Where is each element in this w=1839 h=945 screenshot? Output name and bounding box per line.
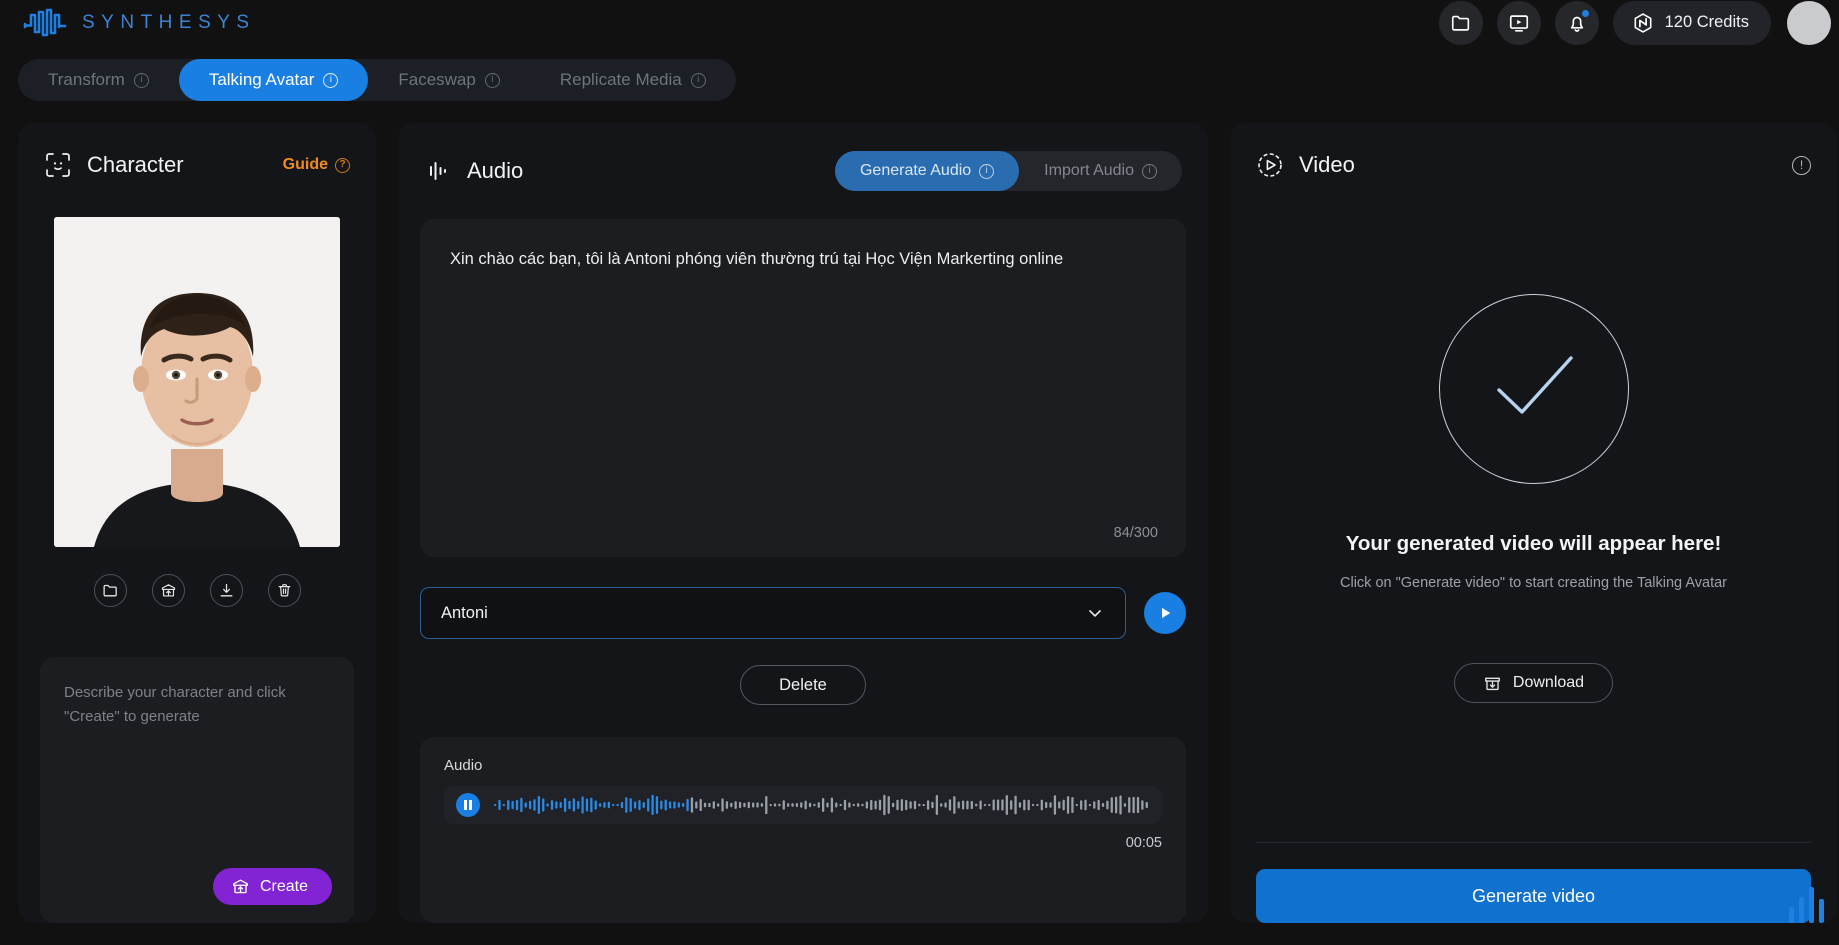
character-panel-header: Character Guide ? [18, 123, 376, 179]
create-character-button[interactable]: Create [212, 868, 332, 905]
character-download-button[interactable] [209, 574, 243, 607]
delete-row: Delete [398, 665, 1208, 705]
waveform-icon [23, 8, 67, 36]
face-scan-icon [46, 153, 70, 177]
mode-tabs: Transform i Talking Avatar i Faceswap i … [18, 59, 736, 101]
video-library-icon [1509, 14, 1528, 32]
credits-logo-icon [1634, 12, 1652, 33]
audio-panel-header: Audio Generate Audio i Import Audio i [398, 123, 1208, 191]
character-panel: Character Guide ? Describe your characte… [18, 123, 376, 923]
folder-icon-button[interactable] [1438, 0, 1483, 45]
script-textarea[interactable]: Xin chào các bạn, tôi là Antoni phóng vi… [420, 219, 1186, 557]
check-icon [1496, 356, 1573, 414]
pause-bar [469, 800, 472, 810]
character-description-box[interactable]: Describe your character and click "Creat… [40, 657, 354, 923]
download-icon [220, 583, 232, 597]
tab-faceswap[interactable]: Faceswap i [368, 59, 529, 101]
audio-panel: Audio Generate Audio i Import Audio i Xi… [398, 123, 1208, 923]
info-icon[interactable]: ? [335, 157, 350, 173]
tab-talking-avatar[interactable]: Talking Avatar i [178, 59, 369, 101]
video-placeholder: Your generated video will appear here! C… [1230, 179, 1837, 808]
play-icon [1162, 607, 1171, 619]
create-button-label: Create [259, 877, 308, 895]
audio-panel-title: Audio [467, 158, 524, 183]
notifications-button[interactable] [1554, 0, 1599, 45]
tab-generate-audio[interactable]: Generate Audio i [834, 151, 1020, 191]
info-icon[interactable]: i [979, 163, 995, 179]
top-bar-actions: 120 Credits [1438, 0, 1833, 45]
tab-replicate-media-label: Replicate Media [559, 70, 682, 89]
character-preview-image[interactable] [54, 217, 340, 547]
audio-mode-toggle: Generate Audio i Import Audio i [834, 151, 1182, 191]
voice-select-value: Antoni [441, 603, 488, 622]
tab-transform[interactable]: Transform i [18, 59, 179, 101]
character-browse-button[interactable] [93, 574, 127, 607]
audio-bars-icon [430, 162, 446, 180]
upload-box-icon [161, 584, 175, 597]
info-icon[interactable]: ! [1792, 155, 1811, 175]
audio-waveform[interactable] [494, 792, 1150, 818]
download-video-button[interactable]: Download [1453, 663, 1614, 703]
credits-badge[interactable]: 120 Credits [1612, 0, 1771, 45]
chevron-down-icon [1089, 610, 1101, 617]
info-icon[interactable]: i [690, 72, 706, 88]
character-counter: 84/300 [1113, 525, 1158, 541]
character-description-placeholder: Describe your character and click "Creat… [64, 684, 286, 726]
play-circle-icon [1258, 153, 1282, 177]
upload-box-icon [233, 879, 248, 894]
trash-icon [278, 584, 290, 597]
brand-logo[interactable]: SYNTHESYS [22, 6, 256, 40]
pause-button[interactable] [456, 793, 480, 817]
info-icon[interactable]: i [133, 72, 149, 88]
brand-name: SYNTHESYS [82, 11, 256, 33]
divider [1256, 842, 1811, 843]
audio-player-bar[interactable] [444, 786, 1162, 824]
guide-link[interactable]: Guide ? [283, 156, 350, 174]
character-actions [18, 574, 376, 607]
video-panel-title: Video [1299, 152, 1355, 177]
tab-import-audio-label: Import Audio [1044, 162, 1134, 179]
video-library-icon-button[interactable] [1496, 0, 1541, 45]
video-placeholder-subtitle: Click on "Generate video" to start creat… [1340, 575, 1727, 591]
video-placeholder-title: Your generated video will appear here! [1345, 532, 1722, 555]
info-icon[interactable]: i [1142, 163, 1157, 179]
tab-transform-label: Transform [48, 70, 125, 89]
generate-video-button[interactable]: Generate video [1256, 869, 1811, 923]
audio-duration: 00:05 [1125, 835, 1162, 851]
mode-tabs-row: Transform i Talking Avatar i Faceswap i … [0, 45, 1839, 101]
tab-faceswap-label: Faceswap [398, 70, 476, 89]
top-bar: SYNTHESYS 120 Credits [0, 0, 1839, 45]
pause-bar [464, 800, 467, 810]
voice-select[interactable]: Antoni [420, 587, 1126, 639]
tab-replicate-media[interactable]: Replicate Media i [530, 59, 736, 101]
main-panels: Character Guide ? Describe your characte… [0, 101, 1839, 923]
avatar-portrait [54, 217, 340, 547]
audio-player: Audio 00:05 [420, 737, 1186, 923]
user-avatar[interactable] [1787, 0, 1831, 45]
download-box-icon [1485, 677, 1500, 690]
notification-dot [1579, 7, 1591, 19]
video-panel-header: Video ! [1230, 123, 1837, 179]
credits-label: 120 Credits [1664, 13, 1749, 31]
character-panel-title: Character [87, 152, 184, 177]
character-upload-button[interactable] [151, 574, 185, 607]
preview-voice-play-button[interactable] [1144, 592, 1186, 634]
folder-icon [1451, 15, 1469, 31]
video-panel: Video ! Your generated video will appear… [1230, 123, 1837, 923]
script-text: Xin chào các bạn, tôi là Antoni phóng vi… [450, 250, 1064, 268]
tab-talking-avatar-label: Talking Avatar [208, 70, 315, 89]
info-icon[interactable]: i [323, 72, 339, 88]
check-circle [1438, 294, 1629, 484]
info-icon[interactable]: i [484, 72, 500, 88]
tab-generate-audio-label: Generate Audio [859, 162, 972, 179]
guide-label: Guide [282, 156, 328, 173]
voice-selection-row: Antoni [420, 587, 1186, 639]
audio-player-label: Audio [444, 757, 483, 774]
download-button-label: Download [1512, 674, 1585, 691]
character-delete-button[interactable] [267, 574, 301, 607]
delete-audio-button[interactable]: Delete [740, 665, 866, 705]
tab-import-audio[interactable]: Import Audio i [1019, 151, 1182, 191]
folder-icon [102, 584, 117, 597]
